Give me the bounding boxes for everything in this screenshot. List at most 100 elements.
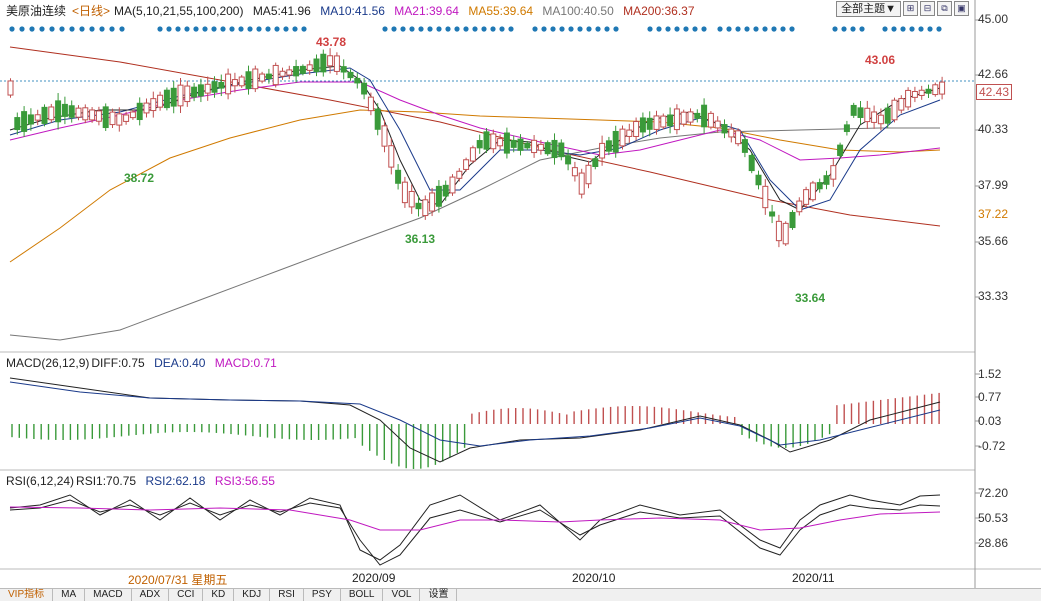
signal-dot [936, 26, 942, 32]
month-label: 2020/11 [792, 571, 835, 585]
signal-dot [841, 26, 847, 32]
signal-dot [119, 26, 125, 32]
candle-body [68, 105, 75, 118]
price-axis-label: 45.00 [978, 12, 1009, 26]
instrument-name[interactable]: 美原油连续 [6, 4, 66, 18]
tab-ma[interactable]: MA [53, 589, 86, 601]
candle-body [265, 73, 272, 79]
candle-body [354, 77, 361, 84]
high-label: 43.06 [865, 53, 896, 67]
candle-body [932, 84, 939, 96]
candle-body [871, 111, 878, 123]
price-axis-label: 37.99 [978, 178, 1009, 192]
candle-body [633, 121, 640, 137]
signal-dot [859, 26, 865, 32]
signal-dot [265, 26, 271, 32]
signal-dot [789, 26, 795, 32]
maximize-icon[interactable]: ▣ [954, 1, 969, 16]
period-label[interactable]: <日线> [72, 4, 110, 18]
candle-body [333, 55, 340, 72]
candle-body [422, 199, 429, 217]
candle-body [551, 139, 558, 159]
candle-body [41, 106, 48, 124]
candle-body [905, 89, 912, 108]
candle-body [599, 142, 606, 159]
ma-settings-label[interactable]: MA(5,10,21,55,100,200) [114, 4, 243, 18]
high-label: 43.78 [316, 35, 347, 49]
signal-dot [220, 26, 226, 32]
macd-axis-label: 0.03 [978, 414, 1002, 428]
candle-body [483, 131, 490, 150]
tab-vol[interactable]: VOL [383, 589, 421, 601]
rsi-header: RSI(6,12,24) RSI1:70.75 RSI2:62.18 RSI3:5… [6, 474, 281, 488]
signal-dot [436, 26, 442, 32]
candle-body [755, 174, 762, 186]
signal-dot [559, 26, 565, 32]
signal-dot [891, 26, 897, 32]
candle-body [503, 132, 510, 154]
low-label: 33.64 [795, 291, 826, 305]
candle-body [850, 104, 857, 116]
tab-rsi[interactable]: RSI [270, 589, 304, 601]
signal-dot [832, 26, 838, 32]
candle-body [245, 71, 252, 89]
tab-psy[interactable]: PSY [304, 589, 341, 601]
candle-body [61, 103, 68, 117]
signal-dot [99, 26, 105, 32]
candle-body [163, 89, 170, 109]
signal-dot [613, 26, 619, 32]
candle-body [129, 111, 136, 119]
candle-body [701, 104, 708, 128]
candle-body [918, 89, 925, 96]
candle-body [837, 144, 844, 156]
candle-body [272, 64, 279, 86]
ma55-value: MA55:39.64 [468, 4, 534, 18]
rsi-title[interactable]: RSI(6,12,24) [6, 474, 74, 488]
layout-icon[interactable]: ⊟ [920, 1, 935, 16]
signal-dot [39, 26, 45, 32]
candle-body [374, 108, 381, 130]
restore-icon[interactable]: ⧉ [937, 1, 952, 16]
month-label: 2020/10 [572, 571, 616, 585]
candle-body [286, 69, 293, 76]
tab-cci[interactable]: CCI [169, 589, 204, 601]
tab-macd[interactable]: MACD [85, 589, 132, 601]
expand-icon[interactable]: ⊞ [903, 1, 918, 16]
signal-dot [762, 26, 768, 32]
low-label: 36.13 [405, 232, 436, 246]
candle-body [401, 181, 408, 204]
signal-dot [550, 26, 556, 32]
ma5-value: MA5:41.96 [252, 4, 311, 18]
theme-dropdown[interactable]: 全部主题▼ [836, 1, 901, 17]
candle-body [884, 107, 891, 124]
candle-body [197, 84, 204, 97]
macd-title[interactable]: MACD(26,12,9) [6, 356, 89, 370]
rsi-axis-label: 50.53 [978, 511, 1009, 525]
ma55-line [9, 109, 941, 263]
chart-canvas[interactable] [0, 0, 1041, 600]
candle-body [735, 130, 742, 145]
tab-vip[interactable]: VIP指标 [0, 589, 54, 601]
candle-body [673, 108, 680, 131]
candle-body [748, 154, 755, 172]
ma-price-tag: 37.22 [978, 207, 1009, 221]
candle-body [537, 143, 544, 151]
candle-body [843, 124, 850, 133]
tab-adx[interactable]: ADX [132, 589, 170, 601]
signal-dot [850, 26, 856, 32]
tab-boll[interactable]: BOLL [341, 589, 384, 601]
candle-body [34, 114, 41, 121]
signal-dot [229, 26, 235, 32]
signal-dot [427, 26, 433, 32]
candle-body [388, 145, 395, 168]
candle-body [816, 182, 823, 190]
candle-body [27, 114, 34, 125]
candle-body [109, 111, 116, 126]
tab-settings[interactable]: 设置 [420, 589, 458, 601]
candle-body [116, 113, 123, 126]
tab-kd[interactable]: KD [203, 589, 235, 601]
signal-dot [499, 26, 505, 32]
candle-body [469, 147, 476, 162]
candle-body [782, 222, 789, 245]
tab-kdj[interactable]: KDJ [234, 589, 271, 601]
